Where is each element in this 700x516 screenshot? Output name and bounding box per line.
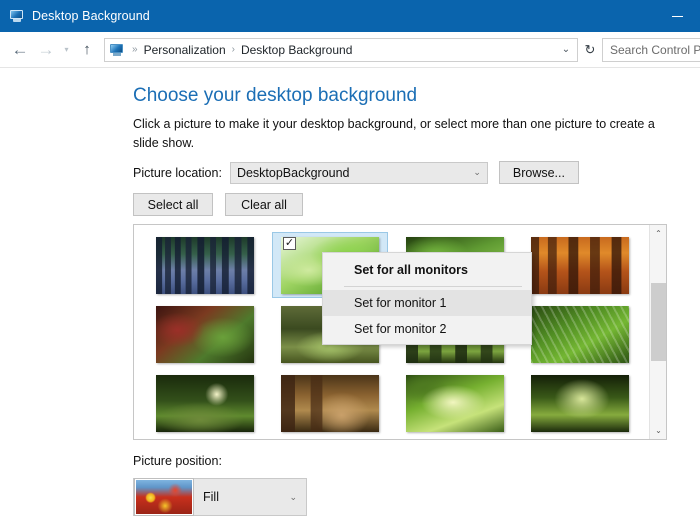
search-input[interactable]: Search Control Pa bbox=[602, 38, 700, 62]
address-bar[interactable]: » Personalization › Desktop Background ⌄ bbox=[104, 38, 578, 62]
picture-position-label: Picture position: bbox=[133, 454, 222, 468]
chevron-down-icon: ⌄ bbox=[289, 492, 297, 503]
checkmark-icon: ✓ bbox=[285, 238, 294, 249]
up-button[interactable]: ↑ bbox=[74, 35, 100, 65]
title-bar: Desktop Background bbox=[0, 0, 700, 32]
minimize-icon bbox=[672, 16, 683, 17]
wallpaper-thumbnail[interactable] bbox=[522, 232, 638, 298]
chevron-down-icon: ⌄ bbox=[473, 163, 481, 183]
back-button[interactable]: ← bbox=[7, 35, 33, 65]
content-area: Choose your desktop background Click a p… bbox=[0, 68, 700, 516]
selection-buttons-row: Select all Clear all bbox=[133, 193, 303, 216]
desktop-background-window: Desktop Background ← → ▾ ↑ » Personaliza… bbox=[0, 0, 700, 516]
menu-item-set-for-monitor-2[interactable]: Set for monitor 2 bbox=[323, 316, 531, 342]
monitor-icon bbox=[9, 8, 25, 24]
picture-location-label: Picture location: bbox=[133, 166, 222, 180]
menu-item-set-for-all-monitors[interactable]: Set for all monitors bbox=[323, 256, 531, 283]
scrollbar-thumb[interactable] bbox=[651, 283, 666, 361]
flower-thumbnail-icon bbox=[135, 479, 193, 515]
minimize-button[interactable] bbox=[654, 0, 700, 32]
wallpaper-image-bluebell-forest bbox=[156, 237, 254, 294]
wallpaper-thumbnail[interactable] bbox=[147, 370, 263, 436]
picture-position-dropdown[interactable]: Fill ⌄ bbox=[133, 478, 307, 516]
wallpaper-thumbnail[interactable] bbox=[397, 370, 513, 436]
wallpaper-thumbnail[interactable] bbox=[522, 370, 638, 436]
picture-position-value: Fill bbox=[203, 490, 219, 504]
page-title: Choose your desktop background bbox=[133, 85, 417, 107]
window-controls bbox=[654, 0, 700, 32]
wallpaper-image-woodland-path bbox=[281, 375, 379, 432]
scroll-down-button[interactable]: ⌄ bbox=[650, 422, 667, 439]
recent-locations-icon[interactable]: ▾ bbox=[59, 35, 74, 65]
wallpaper-image-red-green-foliage bbox=[156, 306, 254, 363]
window-title: Desktop Background bbox=[32, 9, 150, 23]
breadcrumb-desktop-background[interactable]: Desktop Background bbox=[240, 43, 353, 57]
page-description: Click a picture to make it your desktop … bbox=[133, 115, 660, 153]
wallpaper-thumbnail[interactable] bbox=[522, 301, 638, 367]
breadcrumb-separator-icon: › bbox=[227, 44, 240, 55]
wallpaper-image-mossy-forest-arch bbox=[531, 375, 629, 432]
picture-location-row: Picture location: DesktopBackground ⌄ Br… bbox=[133, 161, 579, 184]
wallpaper-checkbox[interactable]: ✓ bbox=[283, 237, 296, 250]
navigation-bar: ← → ▾ ↑ » Personalization › Desktop Back… bbox=[0, 32, 700, 68]
forward-button[interactable]: → bbox=[33, 35, 59, 65]
browse-button[interactable]: Browse... bbox=[499, 161, 579, 184]
picture-location-value: DesktopBackground bbox=[231, 166, 350, 180]
wallpaper-image-bright-leaf-canopy bbox=[406, 375, 504, 432]
wallpaper-thumbnail[interactable] bbox=[147, 301, 263, 367]
breadcrumb-personalization[interactable]: Personalization bbox=[143, 43, 227, 57]
wallpaper-thumbnail[interactable] bbox=[272, 370, 388, 436]
menu-separator bbox=[344, 286, 522, 287]
picture-location-dropdown[interactable]: DesktopBackground ⌄ bbox=[230, 162, 488, 184]
wallpaper-image-fern-fronds bbox=[531, 306, 629, 363]
breadcrumb-separator-icon: » bbox=[127, 44, 143, 55]
select-all-button[interactable]: Select all bbox=[133, 193, 213, 216]
vertical-scrollbar[interactable]: ⌃ ⌄ bbox=[649, 225, 666, 439]
wallpaper-thumbnail[interactable] bbox=[147, 232, 263, 298]
wallpaper-image-autumn-orange-forest bbox=[531, 237, 629, 294]
monitor-icon bbox=[109, 42, 125, 58]
search-placeholder: Search Control Pa bbox=[603, 43, 700, 57]
refresh-icon[interactable]: ↻ bbox=[578, 38, 602, 62]
wallpaper-image-forest-stream-light bbox=[156, 375, 254, 432]
monitor-context-menu: Set for all monitors Set for monitor 1Set… bbox=[322, 252, 532, 345]
scroll-up-button[interactable]: ⌃ bbox=[650, 225, 667, 242]
chevron-down-icon[interactable]: ⌄ bbox=[555, 39, 577, 61]
clear-all-button[interactable]: Clear all bbox=[225, 193, 303, 216]
menu-item-set-for-monitor-1[interactable]: Set for monitor 1 bbox=[323, 290, 531, 316]
